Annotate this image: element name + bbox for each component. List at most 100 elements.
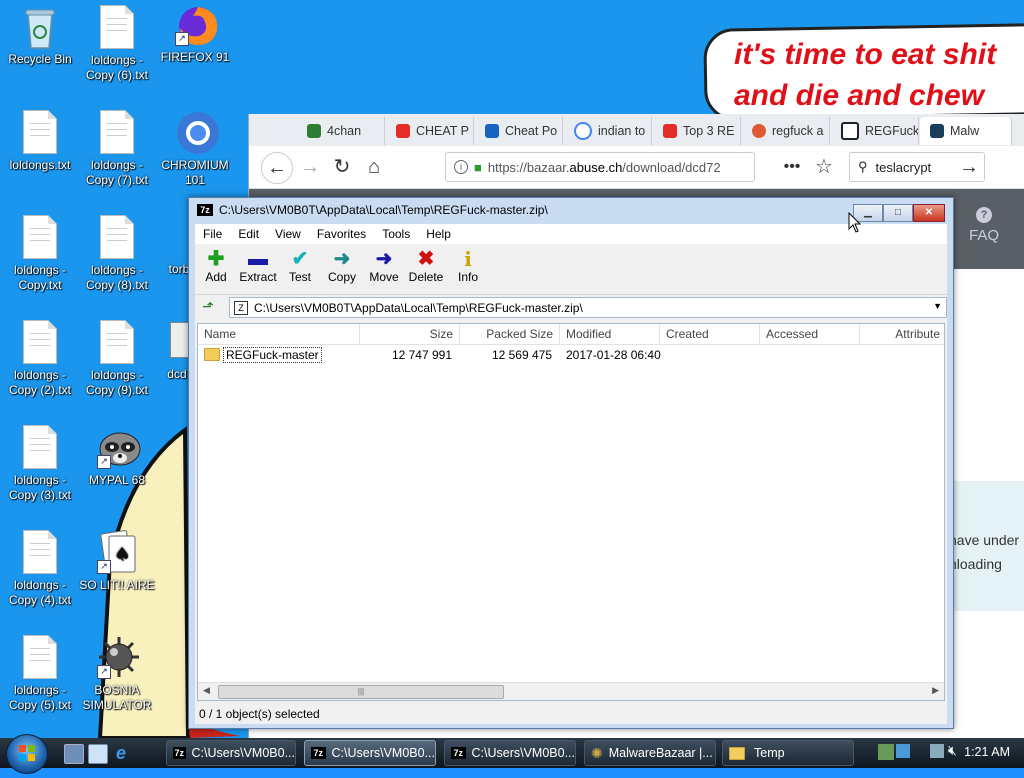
tray-app-icon[interactable]: [878, 744, 894, 760]
desktop-icon-loldongs-copy-4[interactable]: loldongs - Copy (4).txt: [0, 530, 80, 608]
desktop-icon-label: loldongs - Copy.txt: [13, 263, 67, 292]
desktop-icon-loldongs-copy-3[interactable]: loldongs - Copy (3).txt: [0, 425, 80, 503]
up-folder-icon[interactable]: ⬏: [199, 298, 217, 316]
test-button[interactable]: ✔ Test: [279, 244, 321, 294]
status-bar: 0 / 1 object(s) selected: [199, 707, 320, 721]
menu-file[interactable]: File: [195, 224, 230, 244]
menu-favorites[interactable]: Favorites: [309, 224, 374, 244]
show-desktop-icon[interactable]: [64, 744, 84, 764]
browser-tab-regfuck-search[interactable]: regfuck a: [742, 117, 830, 145]
text-file-icon: [20, 635, 60, 679]
column-modified[interactable]: Modified: [560, 324, 660, 344]
menu-edit[interactable]: Edit: [230, 224, 267, 244]
column-name[interactable]: Name: [198, 324, 360, 344]
desktop-icon-firefox-91[interactable]: ↗ FIREFOX 91: [155, 2, 235, 65]
scroll-left-arrow-icon[interactable]: ◀: [203, 685, 210, 696]
mine-icon: ↗: [97, 635, 139, 679]
desktop-icon-chromium-101[interactable]: CHROMIUM 101: [155, 110, 235, 188]
tray-network-icon[interactable]: [896, 744, 910, 758]
add-button[interactable]: ✚ Add: [195, 244, 237, 294]
desktop-icon-loldongs-copy-7[interactable]: loldongs - Copy (7).txt: [77, 110, 157, 188]
desktop-icon-label: loldongs - Copy (2).txt: [8, 368, 71, 397]
scroll-right-arrow-icon[interactable]: ▶: [932, 685, 939, 696]
text-file-icon: [20, 215, 60, 259]
delete-button[interactable]: ✖ Delete: [405, 244, 447, 294]
copy-button[interactable]: ➜ Copy: [321, 244, 363, 294]
browser-tab-top3[interactable]: Top 3 RE: [653, 117, 741, 145]
url-domain: abuse.ch: [569, 159, 623, 175]
google-icon: [574, 122, 592, 140]
browser-tab-indian[interactable]: indian to: [564, 117, 652, 145]
table-row[interactable]: REGFuck-master 12 747 991 12 569 475 201…: [198, 346, 944, 364]
cell-modified: 2017-01-28 06:40: [566, 348, 661, 362]
address-field[interactable]: Z C:\Users\VM0B0T\AppData\Local\Temp\REG…: [229, 297, 947, 318]
shortcut-arrow-icon: ↗: [97, 455, 111, 469]
browser-tab-regfuck[interactable]: REGFuck: [831, 117, 919, 145]
desktop-icon-loldongs-copy-6[interactable]: loldongs - Copy (6).txt: [77, 5, 157, 83]
internet-explorer-icon[interactable]: e: [112, 744, 130, 762]
taskbar-button-temp[interactable]: Temp: [722, 740, 854, 766]
dropdown-arrow-icon[interactable]: ▼: [933, 301, 942, 311]
recycle-bin-icon: [20, 4, 60, 49]
network-icon[interactable]: [930, 744, 944, 758]
close-button[interactable]: ✕: [913, 204, 945, 222]
taskbar: e 7z C:\Users\VM0B0... 7z C:\Users\VM0B0..…: [0, 734, 1024, 774]
forward-arrow-icon[interactable]: →: [295, 152, 325, 182]
back-arrow-icon[interactable]: ←: [261, 152, 293, 184]
desktop-icon-loldongs[interactable]: loldongs.txt: [0, 110, 80, 173]
taskbar-button-7zip-3[interactable]: 7z C:\Users\VM0B0...: [444, 740, 576, 766]
menu-tools[interactable]: Tools: [374, 224, 418, 244]
search-go-arrow-icon[interactable]: →: [954, 152, 984, 182]
reload-icon[interactable]: ↻: [327, 152, 357, 182]
search-icon: ⚲: [858, 159, 868, 174]
volume-muted-icon[interactable]: 🔇︎: [948, 742, 957, 759]
taskbar-button-malwarebazaar[interactable]: ✺ MalwareBazaar |...: [584, 740, 716, 766]
column-attribute[interactable]: Attribute: [860, 324, 944, 344]
lock-icon: ■: [474, 159, 482, 175]
desktop-icon-mypal-68[interactable]: ↗ MYPAL 68: [77, 425, 157, 488]
start-button[interactable]: [6, 734, 48, 774]
menu-view[interactable]: View: [267, 224, 309, 244]
menu-help[interactable]: Help: [418, 224, 459, 244]
home-icon[interactable]: ⌂: [359, 152, 389, 182]
desktop-icon-solitaire[interactable]: ♠ ↗ SO LIT!! AIRE: [77, 530, 157, 593]
maximize-button[interactable]: □: [883, 204, 913, 222]
desktop-icon-label: loldongs.txt: [9, 158, 71, 172]
column-created[interactable]: Created: [660, 324, 760, 344]
clover-icon: [307, 124, 321, 138]
horizontal-scrollbar[interactable]: ◀ ||| ▶: [198, 682, 944, 700]
switch-windows-icon[interactable]: [88, 744, 108, 764]
7zip-app-icon: 7z: [451, 747, 466, 759]
info-button[interactable]: i Info: [447, 244, 489, 294]
url-bar[interactable]: i ■ https://bazaar.abuse.ch/download/dcd…: [445, 152, 755, 182]
youtube-icon: [396, 124, 410, 138]
column-packed-size[interactable]: Packed Size: [460, 324, 560, 344]
desktop-icon-recycle-bin[interactable]: Recycle Bin: [0, 4, 80, 67]
move-button[interactable]: ➜ Move: [363, 244, 405, 294]
text-file-icon: [20, 320, 60, 364]
desktop-icon-loldongs-copy[interactable]: loldongs - Copy.txt: [0, 215, 80, 293]
malwarebazaar-icon: [930, 124, 944, 138]
browser-tab-cheat-po[interactable]: Cheat Po: [475, 117, 563, 145]
file-list: Name Size Packed Size Modified Created A…: [197, 323, 945, 701]
double-arrow-right-icon: ➜: [333, 248, 351, 270]
7zip-app-icon: 7z: [173, 747, 186, 759]
desktop-icon-bosnia-simulator[interactable]: ↗ BOSNIA SIMULATOR: [77, 635, 157, 713]
more-dots-icon[interactable]: •••: [777, 152, 807, 182]
column-accessed[interactable]: Accessed: [760, 324, 860, 344]
taskbar-button-7zip-1[interactable]: 7z C:\Users\VM0B0...: [166, 740, 296, 766]
desktop-icon-loldongs-copy-2[interactable]: loldongs - Copy (2).txt: [0, 320, 80, 398]
scrollbar-thumb[interactable]: |||: [218, 685, 504, 699]
bookmark-star-icon[interactable]: ☆: [809, 152, 839, 182]
taskbar-button-7zip-2[interactable]: 7z C:\Users\VM0B0...: [304, 740, 436, 766]
desktop-icon-loldongs-copy-5[interactable]: loldongs - Copy (5).txt: [0, 635, 80, 713]
faq-link[interactable]: ? FAQ: [969, 207, 999, 244]
github-icon: [841, 122, 859, 140]
browser-tab-cheat-p[interactable]: CHEAT P: [386, 117, 474, 145]
clock[interactable]: 1:21 AM: [964, 745, 1010, 759]
column-size[interactable]: Size: [360, 324, 460, 344]
svg-text:♠: ♠: [114, 544, 130, 565]
browser-tab-4chan[interactable]: 4chan: [297, 117, 385, 145]
extract-button[interactable]: ▬ Extract: [237, 244, 279, 294]
browser-tab-malwarebazaar[interactable]: Malw: [920, 117, 1012, 145]
